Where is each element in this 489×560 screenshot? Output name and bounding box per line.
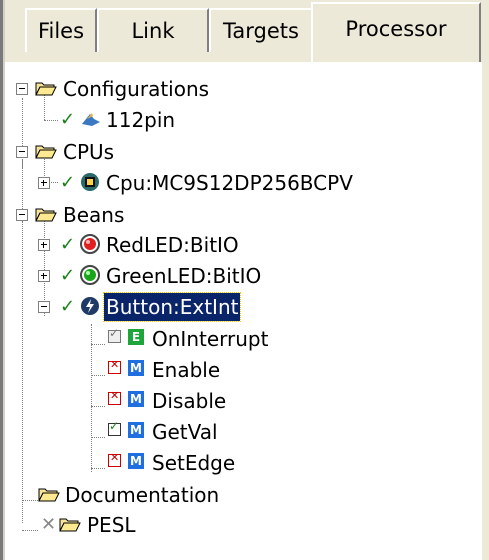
tree-node-label: Documentation: [65, 483, 220, 507]
expand-icon[interactable]: [38, 177, 50, 189]
method-icon: M: [128, 360, 144, 376]
tree-node-label: Disable: [152, 389, 227, 413]
check-icon: ✓: [60, 265, 76, 286]
checkbox-icon[interactable]: [108, 389, 121, 405]
tree-node-cpu[interactable]: ✓ Cpu:MC9S12DP256BCPV: [7, 168, 477, 198]
tree-node-oninterrupt[interactable]: E OnInterrupt: [7, 324, 477, 354]
tree-node-label: OnInterrupt: [152, 327, 269, 351]
event-icon: E: [128, 329, 144, 345]
check-icon: ✓: [60, 109, 76, 130]
checkbox-icon[interactable]: [108, 419, 121, 436]
check-icon: ✓: [60, 234, 76, 255]
tree-node-setedge[interactable]: M SetEdge: [7, 448, 477, 478]
project-tree: Configurations ✓ 112pin CPUs ✓ Cpu:MC9S1…: [5, 62, 484, 560]
tree-node-label: PESL: [87, 513, 136, 537]
chip-icon: [81, 173, 99, 191]
tree-node-enable[interactable]: M Enable: [7, 355, 477, 385]
open-folder-icon: [35, 145, 57, 159]
check-icon: ✓: [60, 172, 76, 193]
tree-node-label: CPUs: [63, 140, 115, 164]
open-folder-icon: [35, 208, 57, 222]
tree-node-label: Beans: [63, 203, 125, 227]
checkbox-icon[interactable]: [108, 451, 121, 467]
red-led-icon: [80, 234, 100, 254]
open-folder-icon: [38, 488, 60, 502]
green-led-icon: [80, 265, 100, 285]
checkbox-icon[interactable]: [108, 358, 121, 374]
window-right-edge: [482, 0, 489, 560]
x-icon: ✕: [41, 514, 57, 535]
tree-node-112pin[interactable]: ✓ 112pin: [7, 105, 477, 135]
tree-node-pesl[interactable]: ✕ PESL: [7, 510, 477, 540]
check-icon: ✓: [60, 296, 76, 317]
tree-node-button[interactable]: ✓ Button:ExtInt: [7, 292, 477, 322]
tree-node-greenled[interactable]: ✓ GreenLED:BitIO: [7, 261, 477, 291]
tree-node-label: Configurations: [63, 77, 210, 101]
tree-node-beans[interactable]: Beans: [7, 200, 477, 230]
interrupt-icon: [81, 297, 99, 315]
tab-link-order[interactable]: Link Order: [97, 8, 209, 85]
method-icon: M: [128, 422, 144, 438]
tab-files[interactable]: Files: [25, 8, 97, 52]
tree-node-label: Cpu:MC9S12DP256BCPV: [106, 171, 353, 195]
tree-node-disable[interactable]: M Disable: [7, 386, 477, 416]
collapse-icon[interactable]: [16, 146, 28, 158]
tree-node-label: GetVal: [152, 420, 218, 444]
tree-node-label: Enable: [152, 358, 221, 382]
tab-targets[interactable]: Targets: [209, 8, 313, 52]
checkbox-icon[interactable]: [108, 326, 121, 343]
tree-node-label: SetEdge: [152, 451, 236, 475]
tree-node-cpus[interactable]: CPUs: [7, 137, 477, 167]
tree-node-documentation[interactable]: Documentation: [7, 480, 477, 510]
collapse-icon[interactable]: [38, 301, 50, 313]
tab-processor-expert[interactable]: Processor Expert: [311, 2, 481, 91]
method-icon: M: [128, 453, 144, 469]
tree-node-configurations[interactable]: Configurations: [7, 74, 477, 104]
tree-node-label: 112pin: [106, 108, 176, 132]
tree-node-getval[interactable]: M GetVal: [7, 417, 477, 447]
tab-strip: Files Link Order Targets Processor Exper…: [5, 0, 482, 91]
tree-node-redled[interactable]: ✓ RedLED:BitIO: [7, 230, 477, 260]
tree-node-label: Button:ExtInt: [102, 292, 242, 322]
tree-node-label: RedLED:BitIO: [106, 233, 239, 257]
open-folder-icon: [35, 82, 57, 96]
expand-icon[interactable]: [38, 239, 50, 251]
tree-node-label: GreenLED:BitIO: [106, 264, 262, 288]
processor-expert-window: Files Link Order Targets Processor Exper…: [0, 0, 489, 560]
collapse-icon[interactable]: [16, 83, 28, 95]
method-icon: M: [128, 391, 144, 407]
expand-icon[interactable]: [38, 270, 50, 282]
cpu-package-icon: [82, 113, 100, 126]
open-folder-icon: [59, 518, 81, 532]
collapse-icon[interactable]: [16, 209, 28, 221]
